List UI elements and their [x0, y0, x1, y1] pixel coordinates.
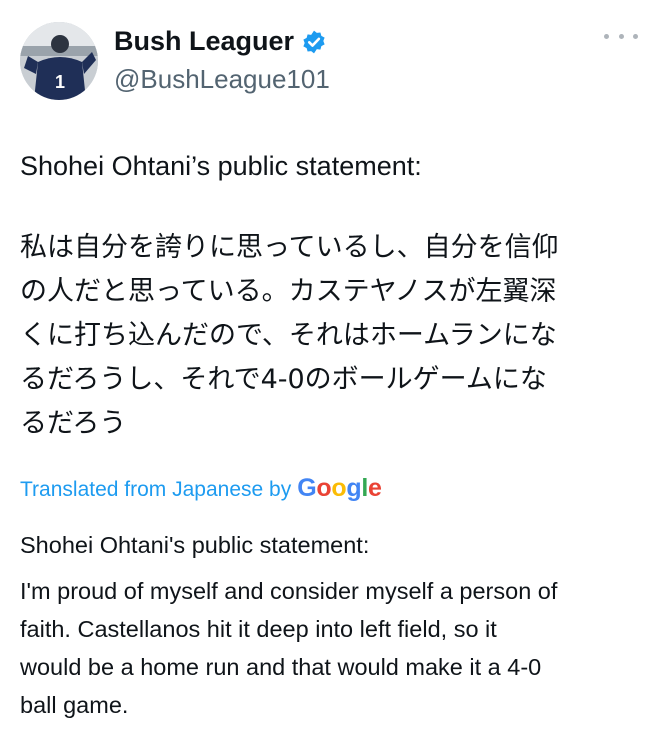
avatar[interactable]: 1: [20, 22, 98, 100]
japanese-line: くに打ち込んだので、それはホームランにな: [20, 320, 557, 351]
translated-from-label[interactable]: Translated from Japanese by: [20, 478, 291, 502]
author-name-row: Bush Leaguer: [114, 26, 327, 57]
more-dot: [633, 33, 638, 39]
more-dot: [618, 33, 624, 39]
more-dot: [604, 33, 609, 39]
translation-line: would be a home run and that would make …: [20, 654, 542, 680]
tweet-card: 1 Bush Leaguer @BushLeague101 Shohei Oht…: [0, 0, 663, 750]
translation-line: I'm proud of myself and consider myself …: [20, 578, 558, 604]
japanese-line: るだろう: [20, 408, 127, 439]
translation-body: I'm proud of myself and consider myself …: [20, 572, 650, 724]
translated-text: Shohei Ohtani's public statement: I'm pr…: [20, 530, 650, 724]
tweet-japanese-text: 私は自分を誇りに思っているし、自分を信仰 の人だと思っている。カステヤノスが左翼…: [20, 226, 645, 446]
author-display-name[interactable]: Bush Leaguer: [114, 26, 294, 57]
translation-line: faith. Castellanos hit it deep into left…: [20, 616, 497, 642]
japanese-line: 私は自分を誇りに思っているし、自分を信仰: [20, 232, 559, 263]
translation-line: ball game.: [20, 692, 129, 718]
more-options-icon[interactable]: [604, 26, 638, 46]
japanese-line: るだろうし、それで4-0のボールゲームにな: [20, 364, 547, 395]
avatar-jersey-number: 1: [55, 72, 65, 92]
verified-badge-icon: [301, 29, 327, 55]
translation-attribution[interactable]: Translated from Japanese by Google: [20, 474, 382, 503]
avatar-photo: 1: [20, 22, 98, 100]
tweet-statement-line: Shohei Ohtani’s public statement:: [20, 151, 422, 181]
google-logo: Google: [297, 474, 382, 502]
japanese-line: の人だと思っている。カステヤノスが左翼深: [20, 276, 557, 307]
author-handle[interactable]: @BushLeague101: [114, 64, 330, 95]
translation-title: Shohei Ohtani's public statement:: [20, 532, 370, 558]
